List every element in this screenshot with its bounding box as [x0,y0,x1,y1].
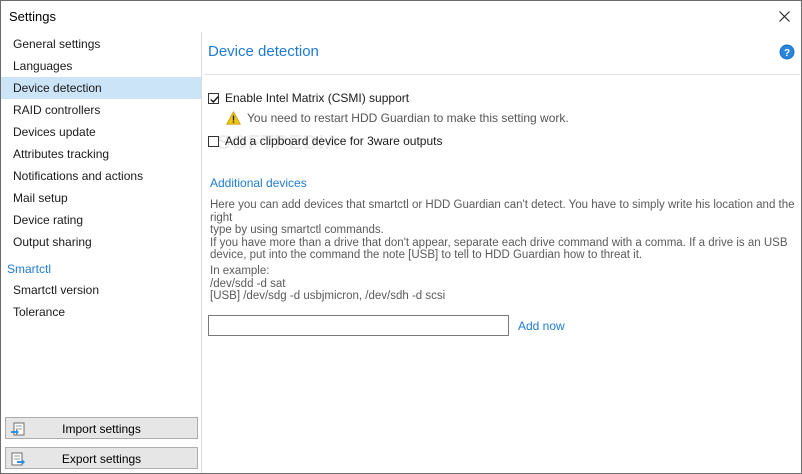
sidebar-item-label: RAID controllers [13,103,101,117]
main-panel: Device detection ? Enable Intel Matrix (… [202,32,801,473]
restart-warning-text: You need to restart HDD Guardian to make… [247,111,569,125]
sidebar-item-label: Languages [13,59,73,73]
sidebar: General settings Languages Device detect… [1,32,202,473]
settings-window: Settings General settings Languages Devi… [0,0,802,474]
checkmark-icon [210,95,219,103]
warning-icon [226,111,241,125]
sidebar-item-label: Notifications and actions [13,169,144,183]
additional-devices-description: Here you can add devices that smartctl o… [210,199,795,261]
sidebar-item-raid-controllers[interactable]: RAID controllers [1,99,201,121]
sidebar-item-devices-update[interactable]: Devices update [1,121,201,143]
sidebar-item-mail-setup[interactable]: Mail setup [1,187,201,209]
header-divider [204,74,800,75]
sidebar-item-general-settings[interactable]: General settings [1,33,201,55]
add-now-link[interactable]: Add now [518,319,565,333]
enable-csmi-checkbox[interactable] [208,92,219,104]
sidebar-item-attributes-tracking[interactable]: Attributes tracking [1,143,201,165]
sidebar-item-label: Tolerance [13,305,66,319]
page-title: Device detection [208,43,319,60]
additional-devices-heading: Additional devices [210,176,307,190]
window-title: Settings [9,9,56,24]
watermark: SOFTPEDIA [217,132,341,154]
sidebar-item-label: Attributes tracking [13,147,110,161]
sidebar-item-output-sharing[interactable]: Output sharing [1,231,201,253]
close-button[interactable] [767,1,801,31]
sidebar-item-label: Output sharing [13,235,92,249]
sidebar-item-label: General settings [13,37,101,51]
sidebar-item-notifications-and-actions[interactable]: Notifications and actions [1,165,201,187]
sidebar-item-label: Smartctl version [13,283,100,297]
sidebar-item-smartctl-version[interactable]: Smartctl version [1,279,201,301]
help-icon[interactable]: ? [779,44,795,60]
sidebar-item-label: Devices update [13,125,96,139]
sidebar-item-label: Mail setup [13,191,68,205]
sidebar-item-label: Device rating [13,213,84,227]
close-icon [778,10,790,22]
export-settings-button[interactable]: Export settings [5,447,198,469]
enable-csmi-checkbox-row[interactable]: Enable Intel Matrix (CSMI) support [208,90,409,106]
additional-devices-example: In example: /dev/sdd -d sat [USB] /dev/s… [210,265,446,302]
sidebar-item-languages[interactable]: Languages [1,55,201,77]
import-settings-button[interactable]: Import settings [5,417,198,439]
export-settings-label: Export settings [61,452,142,466]
title-bar: Settings [1,1,801,32]
enable-csmi-label: Enable Intel Matrix (CSMI) support [225,91,410,105]
sidebar-item-label: Device detection [13,81,102,95]
additional-device-input[interactable] [208,315,509,336]
sidebar-item-device-rating[interactable]: Device rating [1,209,201,231]
sidebar-item-device-detection[interactable]: Device detection [1,77,201,99]
import-settings-label: Import settings [62,422,141,436]
sidebar-section-smartctl: Smartctl [7,262,52,276]
restart-warning: You need to restart HDD Guardian to make… [226,110,569,126]
sidebar-item-tolerance[interactable]: Tolerance [1,301,201,323]
svg-text:?: ? [784,48,790,59]
